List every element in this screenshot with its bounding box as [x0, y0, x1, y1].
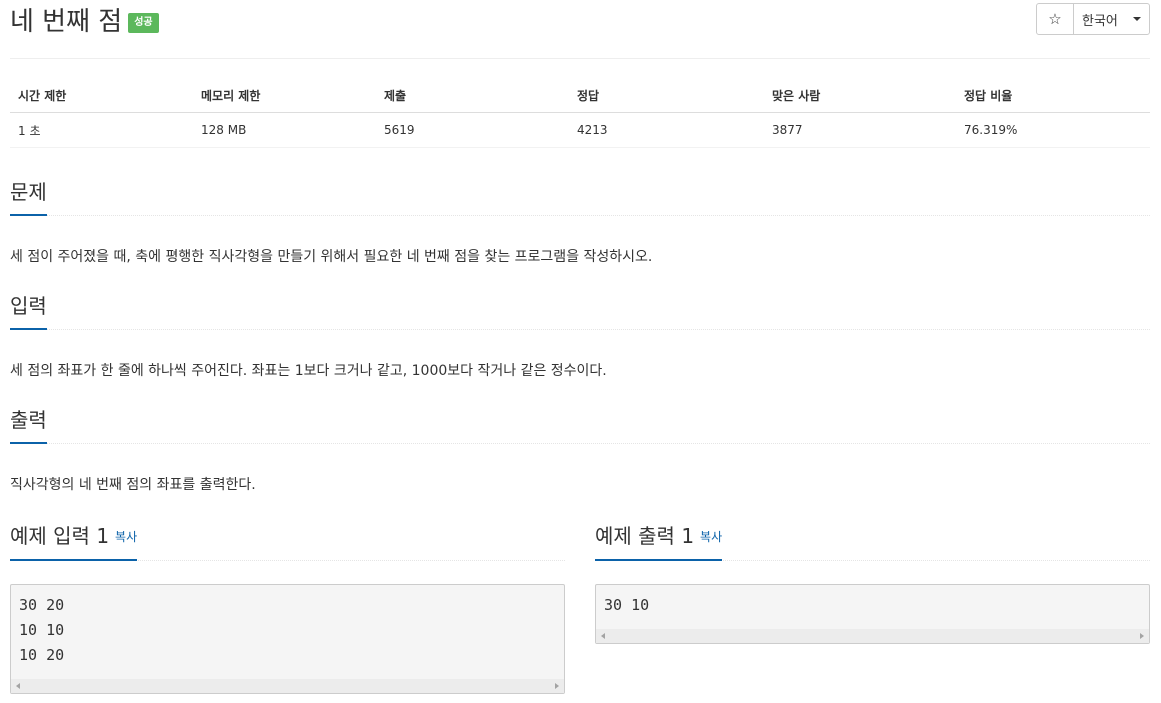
- caret-down-icon: [1133, 17, 1141, 21]
- problem-section-header: 문제: [10, 178, 1150, 216]
- star-icon: ☆: [1048, 10, 1062, 28]
- header-submissions: 제출: [376, 78, 569, 113]
- horizontal-scrollbar[interactable]: [596, 629, 1149, 643]
- input-heading: 입력: [10, 292, 47, 330]
- scroll-left-icon[interactable]: [601, 633, 605, 639]
- title-row: 네 번째 점 성공 ☆ 한국어: [10, 0, 1150, 59]
- output-description: 직사각형의 네 번째 점의 좌표를 출력한다.: [10, 477, 256, 493]
- header-memory-limit: 메모리 제한: [193, 78, 376, 113]
- header-solvers: 맞은 사람: [764, 78, 956, 113]
- header-actions: ☆ 한국어: [1036, 3, 1150, 35]
- page-title: 네 번째 점 성공: [10, 4, 159, 40]
- table-header-row: 시간 제한 메모리 제한 제출 정답 맞은 사람 정답 비율: [10, 78, 1150, 113]
- cell-accepted: 4213: [569, 112, 764, 148]
- input-description: 세 점의 좌표가 한 줄에 하나씩 주어진다. 좌표는 1보다 크거나 같고, …: [10, 363, 607, 379]
- sample-input-line: 10 20: [19, 646, 65, 664]
- problem-info-table: 시간 제한 메모리 제한 제출 정답 맞은 사람 정답 비율 1 초 128 M…: [10, 78, 1150, 148]
- header-time-limit: 시간 제한: [10, 78, 193, 113]
- scroll-right-icon[interactable]: [555, 683, 559, 689]
- scroll-right-icon[interactable]: [1140, 633, 1144, 639]
- horizontal-scrollbar[interactable]: [11, 679, 564, 693]
- sample-output-title: 예제 출력 1: [595, 524, 695, 548]
- star-button[interactable]: ☆: [1036, 3, 1074, 35]
- problem-title: 네 번째 점: [10, 7, 123, 37]
- sample-input-content: 30 20 10 10 10 20: [11, 585, 564, 668]
- sample-output-header: 예제 출력 1 복사: [595, 522, 1150, 561]
- sample-input-box[interactable]: 30 20 10 10 10 20: [10, 584, 565, 694]
- sample-output-heading: 예제 출력 1 복사: [595, 522, 723, 561]
- output-section-header: 출력: [10, 406, 1150, 444]
- header-accepted: 정답: [569, 78, 764, 113]
- cell-time-limit: 1 초: [10, 112, 193, 148]
- header-ratio: 정답 비율: [956, 78, 1150, 113]
- problem-description: 세 점이 주어졌을 때, 축에 평행한 직사각형을 만들기 위해서 필요한 네 …: [10, 249, 653, 265]
- sample-input-line: 10 10: [19, 621, 65, 639]
- cell-memory-limit: 128 MB: [193, 112, 376, 148]
- scroll-left-icon[interactable]: [16, 683, 20, 689]
- sample-input-line: 30 20: [19, 596, 65, 614]
- sample-input-heading: 예제 입력 1 복사: [10, 522, 138, 561]
- problem-heading: 문제: [10, 178, 47, 216]
- sample-output-content: 30 10: [596, 585, 1149, 618]
- sample-input-title: 예제 입력 1: [10, 524, 110, 548]
- copy-sample-input-link[interactable]: 복사: [115, 530, 137, 544]
- cell-solvers: 3877: [764, 112, 956, 148]
- sample-output-box[interactable]: 30 10: [595, 584, 1150, 644]
- output-heading: 출력: [10, 406, 47, 444]
- input-section-header: 입력: [10, 292, 1150, 330]
- status-badge: 성공: [128, 13, 159, 33]
- cell-ratio: 76.319%: [956, 112, 1150, 148]
- table-row: 1 초 128 MB 5619 4213 3877 76.319%: [10, 112, 1150, 148]
- language-dropdown[interactable]: 한국어: [1073, 3, 1150, 35]
- sample-output-line: 30 10: [604, 596, 650, 614]
- sample-input-header: 예제 입력 1 복사: [10, 522, 565, 561]
- copy-sample-output-link[interactable]: 복사: [700, 530, 722, 544]
- cell-submissions: 5619: [376, 112, 569, 148]
- language-label: 한국어: [1082, 13, 1118, 29]
